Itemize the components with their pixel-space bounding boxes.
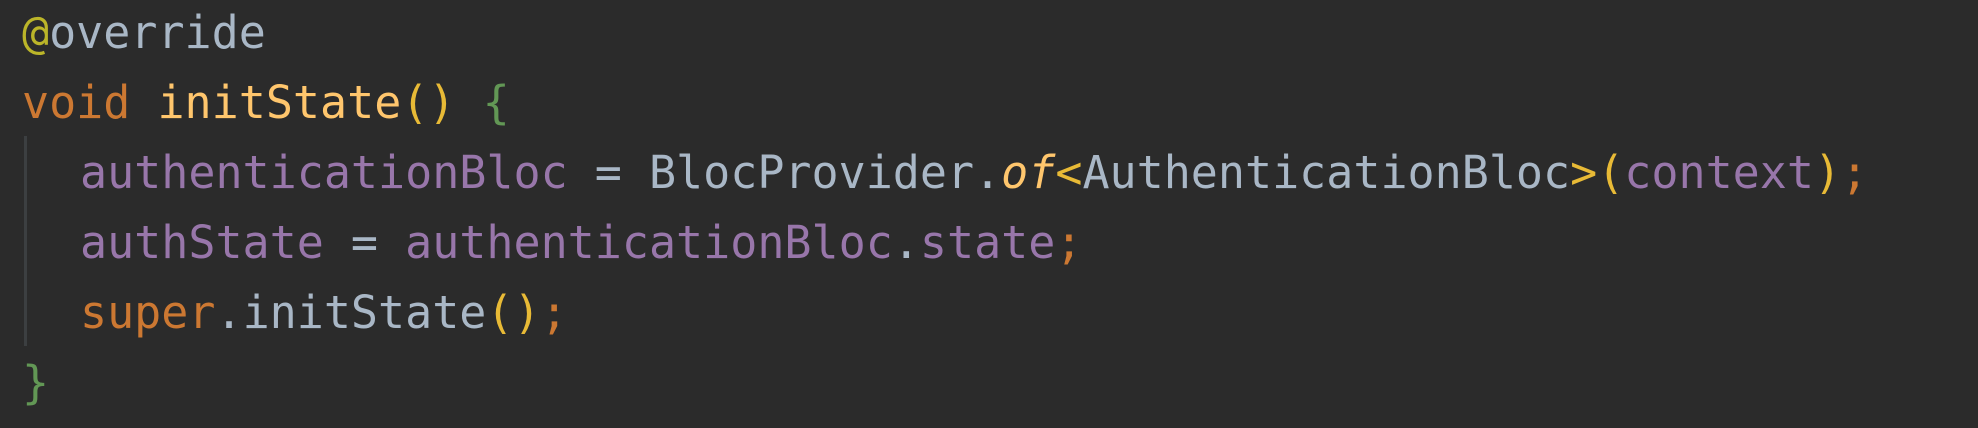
keyword-void: void [22, 76, 131, 129]
keyword-super: super [80, 286, 216, 339]
open-brace: { [482, 76, 510, 129]
indent-guide [24, 136, 27, 346]
argument-context: context [1624, 146, 1814, 199]
field-authentication-bloc: authenticationBloc [80, 146, 568, 199]
assignment-operator: = [567, 146, 649, 199]
assignment-operator: = [323, 216, 406, 269]
object-authentication-bloc: authenticationBloc [405, 216, 893, 269]
semicolon: ; [1841, 146, 1869, 199]
dot: . [892, 216, 920, 269]
dot: . [215, 286, 243, 339]
semicolon: ; [1055, 216, 1083, 269]
code-line-6: } [22, 348, 49, 418]
paren-open: ( [1597, 146, 1625, 199]
parentheses: () [401, 76, 456, 129]
class-bloc-provider: BlocProvider. [648, 146, 1002, 199]
semicolon: ; [540, 286, 568, 339]
static-method-of: of [1001, 146, 1056, 199]
method-call-init-state: initState [242, 286, 487, 339]
code-line-5: super.initState(); [80, 278, 568, 348]
annotation-symbol: @ [22, 6, 50, 59]
generic-close: > [1570, 146, 1598, 199]
annotation-name: override [49, 6, 266, 59]
field-auth-state: authState [80, 216, 324, 269]
code-line-4: authState = authenticationBloc.state; [80, 208, 1082, 278]
code-line-1: @override [22, 0, 266, 68]
method-name: initState [157, 76, 402, 129]
generic-type: AuthenticationBloc [1082, 146, 1571, 199]
parentheses: () [486, 286, 541, 339]
code-line-3: authenticationBloc = BlocProvider.of<Aut… [80, 138, 1868, 208]
close-brace: } [22, 356, 50, 409]
code-line-2: void initState() { [22, 68, 510, 138]
property-state: state [919, 216, 1056, 269]
code-editor[interactable]: @override void initState() { authenticat… [0, 0, 1978, 428]
generic-open: < [1055, 146, 1083, 199]
paren-close: ) [1813, 146, 1842, 199]
